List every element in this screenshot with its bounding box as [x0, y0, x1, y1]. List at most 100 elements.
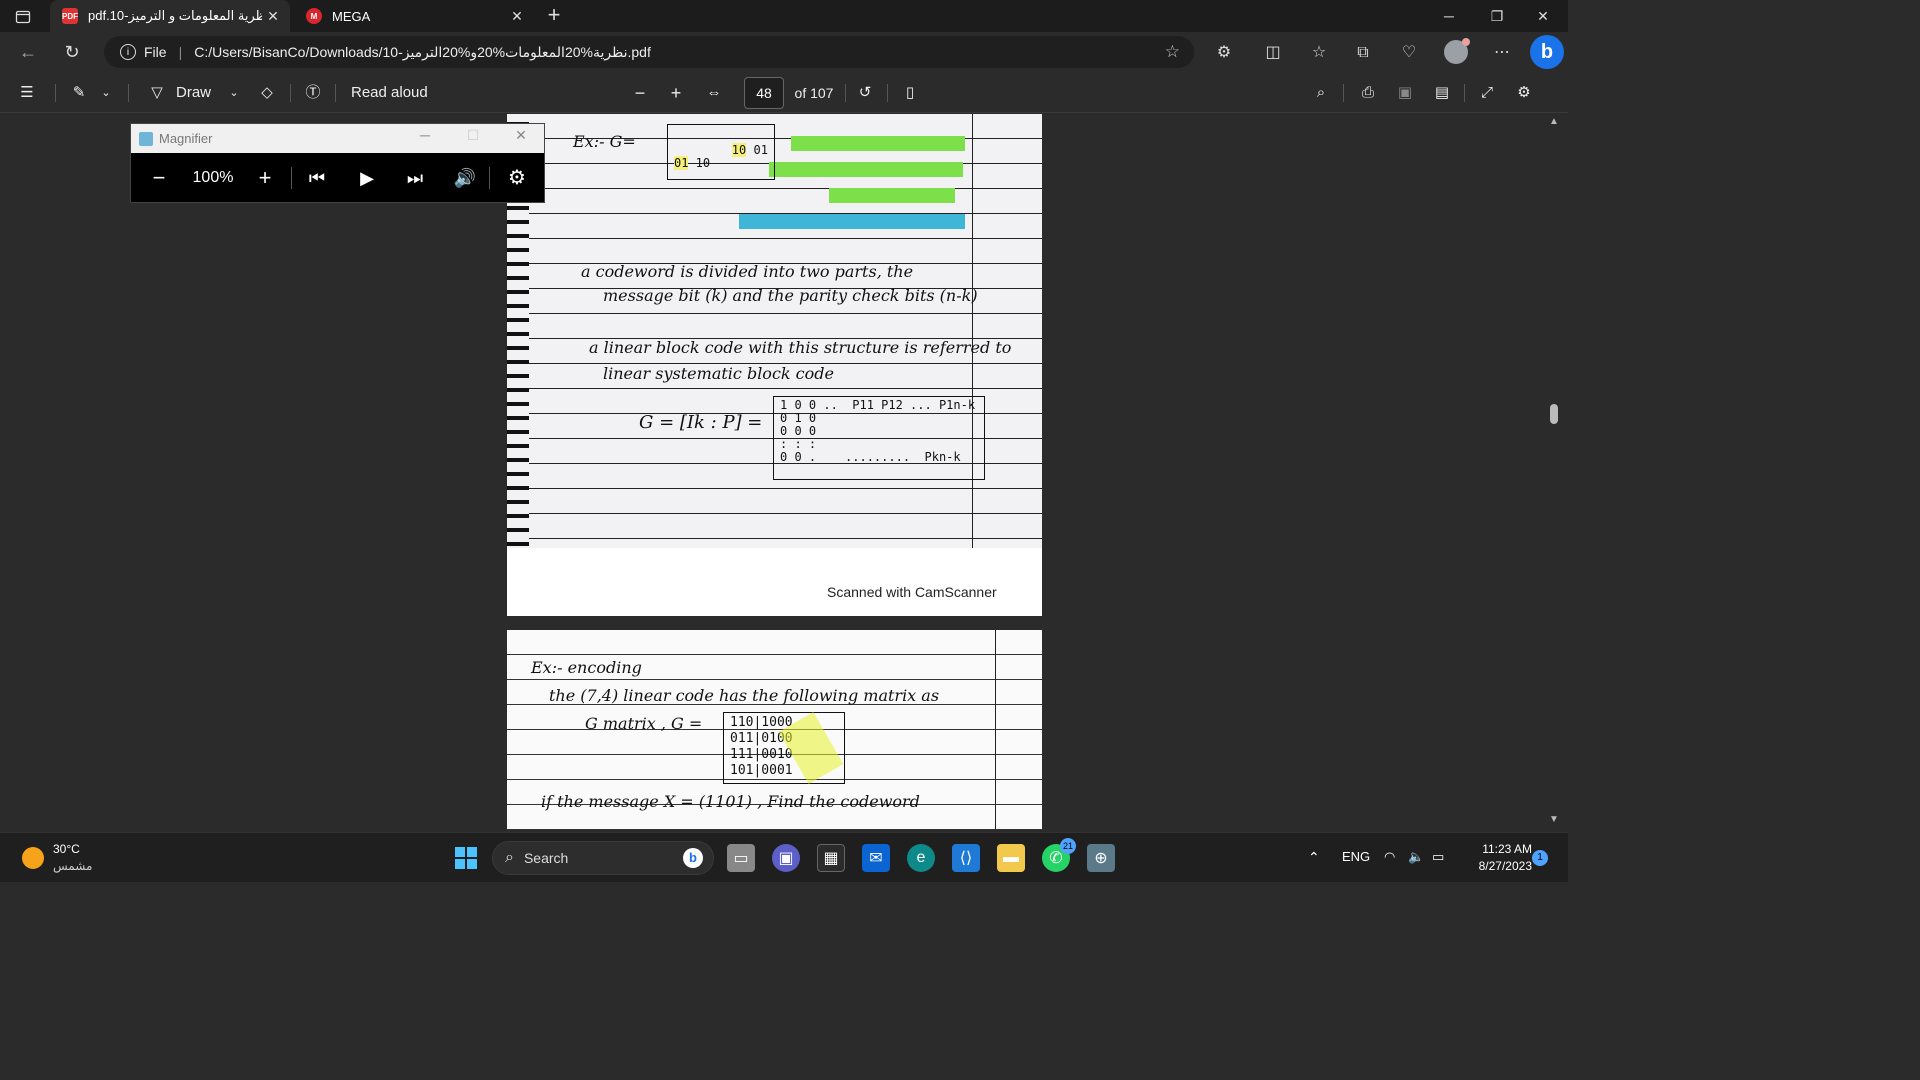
back-icon[interactable]: ← — [16, 40, 40, 64]
show-hidden-icons-icon[interactable]: ⌃ — [1308, 849, 1320, 866]
save-icon[interactable]: ▣ — [1394, 82, 1416, 104]
split-screen-icon[interactable]: ◫ — [1262, 42, 1284, 64]
microsoft-store-icon[interactable]: ▦ — [817, 844, 845, 872]
tab-pdf[interactable]: PDF pdf.10-نظرية المعلومات و الترميز ✕ — [50, 0, 290, 32]
vertical-scrollbar[interactable]: ▲ ▼ — [1546, 114, 1562, 830]
file-explorer-icon[interactable]: ▬ — [997, 844, 1025, 872]
print-icon[interactable]: ⎙ — [1357, 82, 1379, 104]
scroll-up-icon[interactable]: ▲ — [1548, 116, 1560, 127]
draw-label[interactable]: Draw — [176, 82, 216, 104]
highlight-icon[interactable]: ✎ — [68, 82, 90, 104]
taskbar-search[interactable]: ⌕ Search b — [492, 841, 714, 875]
zoom-level: 100% — [192, 169, 234, 186]
start-windows-icon[interactable] — [452, 844, 480, 872]
read-aloud-button[interactable]: Read aloud — [351, 82, 431, 104]
extensions-icon[interactable]: ⚙ — [1213, 42, 1235, 64]
tab-actions-icon[interactable] — [10, 6, 36, 28]
clock[interactable]: 11:23 AM 8/27/2023 — [1460, 841, 1532, 875]
language-indicator[interactable]: ENG — [1342, 849, 1370, 864]
pdf-favicon-icon: PDF — [62, 8, 78, 24]
pdf-viewport[interactable]: Ex:- G= 10 01 01 10 a codeword is divide… — [0, 114, 1568, 830]
sun-icon[interactable] — [22, 847, 44, 869]
task-view-icon[interactable]: ▭ — [727, 844, 755, 872]
battery-icon[interactable]: ▭ — [1432, 849, 1444, 865]
volume-icon[interactable]: 🔈 — [1408, 849, 1424, 865]
camscanner-footer: Scanned with CamScanner — [827, 584, 997, 600]
new-tab-icon[interactable]: + — [542, 4, 566, 28]
close-window-icon[interactable]: ✕ — [1520, 0, 1566, 32]
notification-badge[interactable]: 1 — [1532, 850, 1548, 866]
tab-mega[interactable]: M MEGA ✕ — [294, 0, 534, 32]
read-from-here-icon[interactable]: 🔊 — [453, 165, 477, 191]
zoom-out-icon[interactable]: − — [630, 82, 650, 104]
handwritten-line: if the message X = (1101) , Find the cod… — [541, 792, 920, 811]
handwritten-line: the (7,4) linear code has the following … — [549, 686, 940, 705]
refresh-icon[interactable]: ↻ — [60, 40, 84, 64]
handwritten-line: message bit (k) and the parity check bit… — [603, 286, 978, 305]
restore-icon[interactable]: ❐ — [1474, 0, 1520, 32]
vscode-icon[interactable]: ⟨⟩ — [952, 844, 980, 872]
text-box-icon[interactable]: Ⓣ — [302, 82, 324, 104]
chevron-down-icon[interactable]: ⌄ — [226, 82, 242, 104]
mail-icon[interactable]: ✉ — [862, 844, 890, 872]
omnibox-divider: | — [178, 44, 183, 60]
zoom-out-icon[interactable]: − — [147, 165, 171, 191]
whatsapp-icon[interactable]: ✆ 21 — [1042, 838, 1076, 872]
eraser-icon[interactable]: ◇ — [256, 82, 278, 104]
wifi-icon[interactable]: ◠ — [1384, 849, 1395, 865]
control-divider — [291, 167, 292, 189]
magnifier-minimize-icon[interactable]: ─ — [413, 127, 437, 143]
zoom-in-icon[interactable]: + — [253, 165, 277, 191]
weather-temperature[interactable]: 30°C — [53, 842, 80, 856]
scanned-notebook-image: Ex:- encoding the (7,4) linear code has … — [507, 630, 1042, 830]
scrollbar-thumb[interactable] — [1550, 404, 1558, 424]
next-paragraph-icon[interactable]: ⏭ — [403, 165, 427, 191]
magnifier-titlebar[interactable]: Magnifier ─ ☐ ✕ — [131, 124, 544, 153]
magnifier-close-icon[interactable]: ✕ — [509, 127, 533, 144]
magnifier-settings-icon[interactable]: ⚙ — [505, 165, 529, 191]
rotate-icon[interactable]: ↺ — [854, 82, 876, 104]
url-text[interactable]: C:/Users/BisanCo/Downloads/10-نظرية%20ال… — [194, 44, 651, 61]
fit-width-icon[interactable]: ⇔ — [704, 82, 724, 104]
omnibox[interactable]: i File | C:/Users/BisanCo/Downloads/10-ن… — [104, 36, 1194, 68]
zoom-in-icon[interactable]: + — [666, 82, 686, 104]
page-number-input[interactable]: 48 — [744, 77, 784, 109]
tab-close-icon[interactable]: ✕ — [506, 8, 528, 25]
toolbar-divider — [845, 84, 846, 102]
blue-highlight — [739, 214, 965, 229]
save-as-icon[interactable]: ▤ — [1431, 82, 1453, 104]
bing-copilot-icon[interactable]: b — [1530, 35, 1564, 69]
fullscreen-icon[interactable]: ⤢ — [1476, 82, 1498, 104]
tab-title: MEGA — [332, 8, 371, 24]
tab-close-icon[interactable]: ✕ — [262, 8, 284, 25]
magnifier-maximize-icon[interactable]: ☐ — [461, 127, 485, 144]
toolbar-divider — [55, 84, 56, 102]
info-icon[interactable]: i — [120, 44, 136, 60]
teams-chat-icon[interactable]: ▣ — [772, 844, 800, 872]
ruled-lines — [529, 114, 1042, 548]
mega-favicon-icon: M — [306, 8, 322, 24]
draw-icon[interactable]: ▽ — [146, 82, 168, 104]
favorite-star-icon[interactable]: ☆ — [1165, 42, 1180, 62]
settings-gear-icon[interactable]: ⚙ — [1513, 82, 1535, 104]
previous-paragraph-icon[interactable]: ⏮ — [305, 165, 329, 191]
contents-list-icon[interactable]: ☰ — [16, 82, 38, 104]
edge-browser-icon[interactable]: e — [907, 844, 935, 872]
chevron-down-icon[interactable]: ⌄ — [98, 82, 114, 104]
magnifier-taskbar-icon[interactable]: ⊕ — [1087, 844, 1115, 872]
find-icon[interactable]: ⌕ — [1310, 82, 1332, 104]
scroll-down-icon[interactable]: ▼ — [1548, 814, 1560, 825]
toolbar-divider — [335, 84, 336, 102]
magnifier-window[interactable]: Magnifier ─ ☐ ✕ − 100% + ⏮ ▶ ⏭ 🔊 ⚙ — [130, 123, 545, 203]
page-view-icon[interactable]: ▯ — [899, 82, 921, 104]
collections-icon[interactable]: ⧉ — [1352, 42, 1374, 64]
scheme-label: File — [144, 44, 167, 60]
browser-essentials-icon[interactable]: ♡ — [1398, 42, 1420, 64]
profile-avatar[interactable] — [1444, 38, 1470, 64]
favorites-icon[interactable]: ☆ — [1308, 42, 1330, 64]
play-icon[interactable]: ▶ — [355, 165, 379, 191]
minimize-icon[interactable]: ─ — [1426, 0, 1472, 32]
search-icon: ⌕ — [505, 849, 514, 866]
green-highlight — [829, 188, 955, 203]
more-options-icon[interactable]: ⋯ — [1491, 42, 1513, 64]
